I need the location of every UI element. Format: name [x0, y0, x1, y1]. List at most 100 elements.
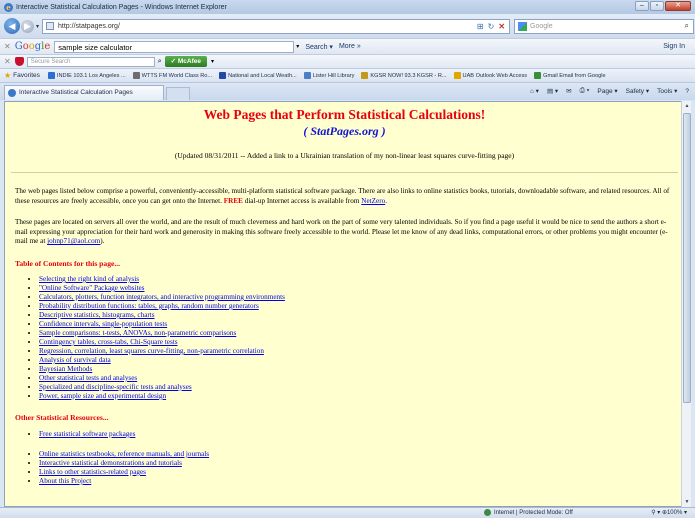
favicon-icon — [303, 72, 311, 79]
feeds-icon[interactable]: ▤ ▾ — [547, 87, 558, 95]
toc-link[interactable]: Contingency tables, cross-tabs, Chi-Squa… — [39, 338, 178, 346]
email-link[interactable]: johnp71@aol.com — [47, 237, 100, 245]
toc-link[interactable]: Descriptive statistics, histograms, char… — [39, 311, 155, 319]
favorites-bar: ★ Favorites INDIE 103.1 Los Angeles ... … — [0, 68, 695, 82]
other-resources-heading: Other Statistical Resources... — [15, 412, 109, 422]
scroll-up-icon[interactable]: ▲ — [682, 101, 692, 111]
new-tab-button[interactable] — [166, 87, 190, 100]
toc-link[interactable]: Power, sample size and experimental desi… — [39, 392, 166, 400]
google-toolbar: ✕ Google sample size calculator ▾ Search… — [0, 38, 695, 54]
list-item: Contingency tables, cross-tabs, Chi-Squa… — [39, 338, 684, 347]
search-placeholder[interactable]: Google — [530, 23, 685, 30]
toc-list: Selecting the right kind of analysis "On… — [39, 275, 684, 401]
list-item: Links to other statistics-related pages — [39, 468, 684, 477]
tab-bar: Interactive Statistical Calculation Page… — [0, 82, 695, 100]
mcafee-button[interactable]: ✓ McAfee — [164, 56, 207, 67]
updated-note: (Updated 08/31/2011 -- Added a link to a… — [174, 151, 515, 160]
toc-link[interactable]: Confidence intervals, single-population … — [39, 320, 167, 328]
sign-in-link[interactable]: Sign In — [663, 43, 685, 50]
other-resources-list-2: Online statistics testbooks, reference m… — [39, 450, 684, 486]
favorite-link[interactable]: INDIE 103.1 Los Angeles ... — [47, 72, 126, 79]
history-dropdown-icon[interactable]: ▾ — [36, 23, 39, 30]
resource-link[interactable]: Online statistics testbooks, reference m… — [39, 450, 209, 458]
list-item: Online statistics testbooks, reference m… — [39, 450, 684, 459]
toc-link[interactable]: Analysis of survival data — [39, 356, 111, 364]
google-search-input[interactable]: sample size calculator — [54, 40, 295, 53]
address-bar: ◀ ▶ ▾ http://statpages.org/ ⊞ ↻ ✕ Google… — [0, 14, 695, 38]
scroll-down-icon[interactable]: ▼ — [682, 497, 692, 507]
page-subheading: ( StatPages.org ) — [303, 124, 386, 138]
compatibility-view-icon[interactable]: ⊞ — [477, 22, 484, 31]
chevron-down-icon[interactable]: ▾ — [296, 43, 299, 50]
toc-link[interactable]: Selecting the right kind of analysis — [39, 275, 139, 283]
google-more-button[interactable]: More » — [339, 43, 361, 50]
zoom-control[interactable]: ⚲ ▾ ⊕100% ▾ — [651, 509, 687, 516]
resource-link[interactable]: Free statistical software packages — [39, 430, 135, 438]
favorites-button[interactable]: Favorites — [13, 72, 40, 79]
google-search-button[interactable]: Search ▾ — [305, 43, 333, 51]
favorite-link[interactable]: UAB Outlook Web Access — [453, 72, 527, 79]
resource-link[interactable]: Interactive statistical demonstrations a… — [39, 459, 182, 467]
secure-search-input[interactable]: Secure Search — [26, 56, 155, 67]
vertical-scrollbar[interactable]: ▲ ▼ — [681, 101, 691, 507]
mail-icon[interactable]: ✉ — [566, 87, 571, 95]
netzero-link[interactable]: NetZero — [361, 197, 385, 205]
resource-link[interactable]: About this Project — [39, 477, 91, 485]
favorite-link[interactable]: Gmail Email from Google — [534, 72, 606, 79]
toc-link[interactable]: Specialized and discipline-specific test… — [39, 383, 192, 391]
toc-heading: Table of Contents for this page... — [15, 258, 121, 268]
list-item: Probability distribution functions: tabl… — [39, 302, 684, 311]
toc-link[interactable]: Probability distribution functions: tabl… — [39, 302, 259, 310]
search-icon[interactable]: ⌕ — [158, 58, 162, 66]
safety-menu[interactable]: Safety ▾ — [626, 87, 650, 95]
chevron-down-icon[interactable]: ▾ — [211, 58, 214, 65]
favicon-icon — [453, 72, 461, 79]
search-icon[interactable]: ⌕ — [685, 21, 693, 31]
list-item: Power, sample size and experimental desi… — [39, 392, 684, 401]
url-text[interactable]: http://statpages.org/ — [58, 23, 477, 30]
search-provider-icon[interactable] — [518, 21, 528, 31]
globe-icon — [484, 509, 491, 516]
stop-icon[interactable]: ✕ — [498, 22, 505, 31]
page-content[interactable]: Web Pages that Perform Statistical Calcu… — [4, 101, 685, 507]
resource-link[interactable]: Links to other statistics-related pages — [39, 468, 146, 476]
close-button[interactable]: ✕ — [665, 1, 691, 11]
close-toolbar-icon[interactable]: ✕ — [4, 42, 11, 51]
toc-link[interactable]: Sample comparisons: t-tests, ANOVAs, non… — [39, 329, 236, 337]
print-icon[interactable]: ⎙ ▾ — [580, 87, 590, 95]
scrollbar-thumb[interactable] — [683, 113, 691, 403]
other-resources-list: Free statistical software packages — [39, 430, 684, 439]
close-toolbar-icon[interactable]: ✕ — [4, 57, 11, 66]
favicon-icon — [534, 72, 542, 79]
favicon-icon — [132, 72, 140, 79]
intro-paragraph: The web pages listed below comprise a po… — [15, 187, 670, 205]
tab-active[interactable]: Interactive Statistical Calculation Page… — [4, 85, 164, 100]
page-menu[interactable]: Page ▾ — [597, 87, 617, 95]
favorite-link[interactable]: WTTS FM World Class Ro... — [132, 72, 212, 79]
favorite-link[interactable]: National and Local Weath... — [219, 72, 297, 79]
tab-title[interactable]: Interactive Statistical Calculation Page… — [19, 89, 133, 96]
thanks-paragraph: These pages are located on servers all o… — [15, 218, 668, 246]
list-item: Confidence intervals, single-population … — [39, 320, 684, 329]
star-icon[interactable]: ★ — [4, 71, 11, 80]
maximize-button[interactable]: ▫ — [650, 1, 664, 11]
minimize-button[interactable]: – — [635, 1, 649, 11]
toc-link[interactable]: Bayesian Methods — [39, 365, 92, 373]
favorite-link[interactable]: KGSR NOW! 93.3 KGSR - R... — [361, 72, 447, 79]
forward-button[interactable]: ▶ — [21, 19, 34, 33]
toc-link[interactable]: "Online Software" Package websites — [39, 284, 144, 292]
search-input[interactable]: Google ⌕ — [514, 18, 695, 34]
favorite-link[interactable]: Lister Hill Library — [303, 72, 354, 79]
home-icon[interactable]: ⌂ ▾ — [530, 87, 539, 95]
help-icon[interactable]: ? — [685, 88, 689, 95]
mcafee-toolbar: ✕ Secure Search ⌕ ✓ McAfee ▾ — [0, 54, 695, 68]
toc-link[interactable]: Regression, correlation, least squares c… — [39, 347, 264, 355]
back-button[interactable]: ◀ — [4, 18, 20, 34]
security-zone[interactable]: Internet | Protected Mode: Off — [484, 509, 573, 516]
toc-link[interactable]: Calculators, plotters, function integrat… — [39, 293, 285, 301]
toc-link[interactable]: Other statistical tests and analyses — [39, 374, 137, 382]
favicon-icon — [47, 72, 55, 79]
url-input[interactable]: http://statpages.org/ ⊞ ↻ ✕ — [42, 18, 511, 34]
tools-menu[interactable]: Tools ▾ — [657, 87, 677, 95]
refresh-icon[interactable]: ↻ — [488, 22, 495, 31]
